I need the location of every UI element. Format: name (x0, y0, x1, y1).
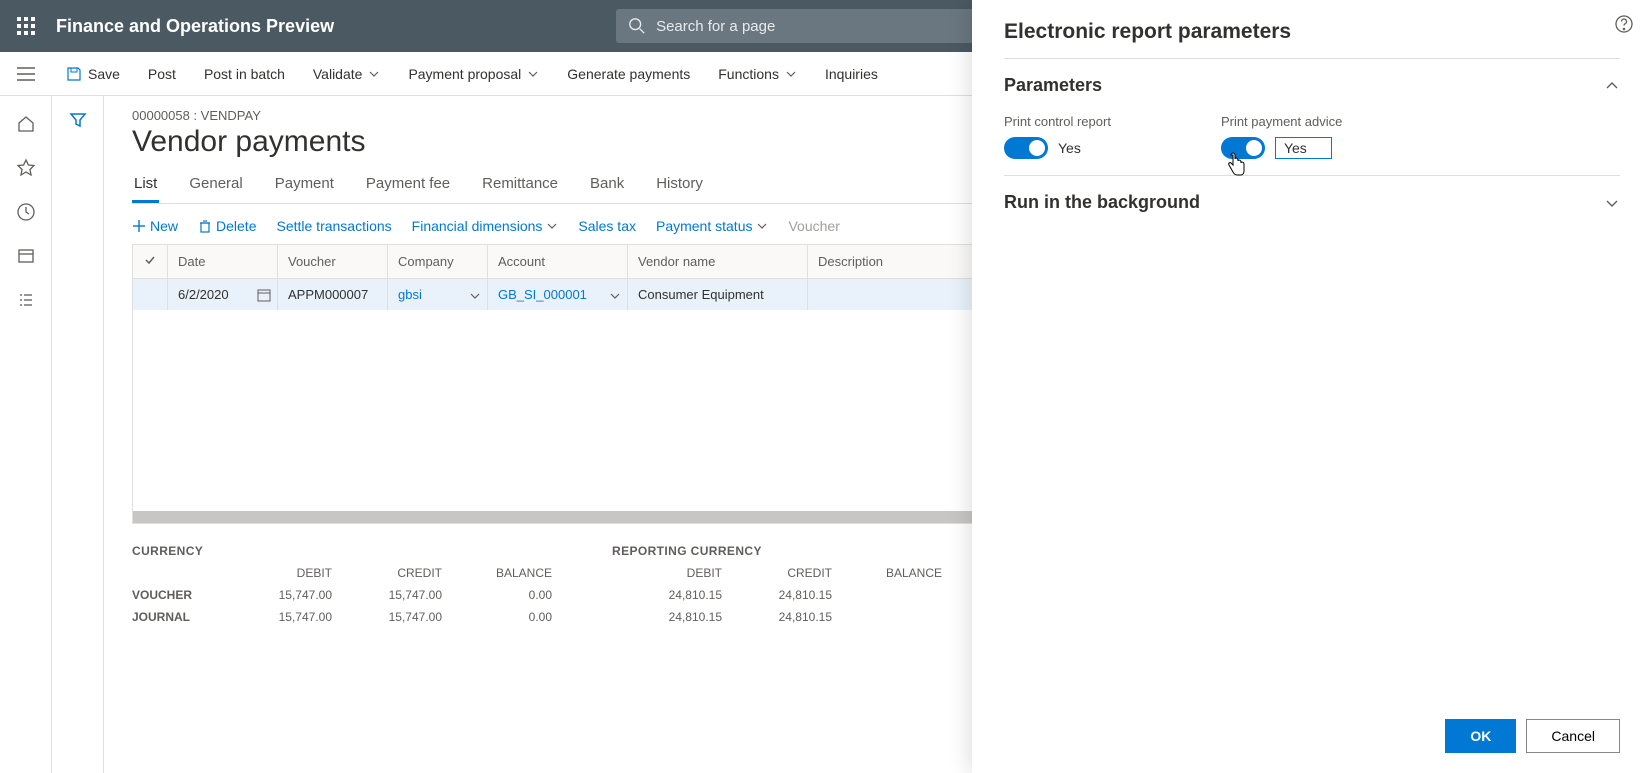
col-debit-r: DEBIT (612, 562, 722, 584)
tab-history[interactable]: History (654, 167, 705, 203)
chevron-down-icon[interactable] (609, 290, 621, 302)
col-balance-r: BALANCE (832, 562, 942, 584)
col-balance: BALANCE (442, 562, 552, 584)
payment-proposal-dropdown[interactable]: Payment proposal (394, 52, 553, 96)
col-date[interactable]: Date (168, 245, 278, 279)
col-debit: DEBIT (222, 562, 332, 584)
chevron-down-icon (785, 68, 797, 80)
modules-icon[interactable] (6, 280, 46, 320)
chevron-up-icon (1604, 78, 1620, 94)
help-icon[interactable] (1614, 14, 1634, 37)
parameters-panel: Electronic report parameters Parameters … (972, 0, 1652, 773)
workspace-icon[interactable] (6, 236, 46, 276)
payment-status-dropdown[interactable]: Payment status (656, 218, 769, 234)
delete-button[interactable]: Delete (198, 218, 256, 234)
chevron-down-icon (368, 68, 380, 80)
col-credit-r: CREDIT (722, 562, 832, 584)
post-in-batch-button[interactable]: Post in batch (190, 52, 299, 96)
post-button[interactable]: Post (134, 52, 190, 96)
app-title: Finance and Operations Preview (56, 16, 334, 37)
filter-icon[interactable] (68, 110, 88, 773)
chevron-down-icon (756, 220, 768, 232)
print-advice-label: Print payment advice (1221, 114, 1342, 129)
nav-toggle-icon[interactable] (0, 52, 52, 96)
inquiries-button[interactable]: Inquiries (811, 52, 892, 96)
ok-button[interactable]: OK (1445, 719, 1516, 753)
col-account[interactable]: Account (488, 245, 628, 279)
col-credit: CREDIT (332, 562, 442, 584)
cell-company[interactable]: gbsi (388, 279, 488, 311)
save-label: Save (88, 66, 120, 82)
settle-transactions-button[interactable]: Settle transactions (276, 218, 391, 234)
save-button[interactable]: Save (52, 52, 134, 96)
col-voucher[interactable]: Voucher (278, 245, 388, 279)
print-control-value: Yes (1058, 140, 1081, 156)
reporting-currency-label: REPORTING CURRENCY (612, 544, 942, 558)
panel-title: Electronic report parameters (1004, 20, 1620, 44)
tab-list[interactable]: List (132, 167, 159, 203)
search-icon (628, 17, 646, 38)
chevron-down-icon (1604, 195, 1620, 211)
recent-icon[interactable] (6, 192, 46, 232)
cell-vendor-name[interactable]: Consumer Equipment (628, 279, 808, 311)
cancel-button[interactable]: Cancel (1526, 719, 1620, 753)
run-background-section-toggle[interactable]: Run in the background (1004, 192, 1620, 213)
home-icon[interactable] (6, 104, 46, 144)
row-journal: JOURNAL (132, 606, 222, 628)
functions-dropdown[interactable]: Functions (704, 52, 811, 96)
new-button[interactable]: New (132, 218, 178, 234)
voucher-button[interactable]: Voucher (788, 218, 839, 234)
tab-general[interactable]: General (187, 167, 244, 203)
print-control-label: Print control report (1004, 114, 1111, 129)
star-icon[interactable] (6, 148, 46, 188)
calendar-icon[interactable] (257, 288, 271, 302)
sales-tax-button[interactable]: Sales tax (578, 218, 636, 234)
run-background-label: Run in the background (1004, 192, 1200, 213)
col-company[interactable]: Company (388, 245, 488, 279)
financial-dimensions-dropdown[interactable]: Financial dimensions (412, 218, 559, 234)
select-all-checkbox[interactable] (133, 245, 168, 279)
chevron-down-icon[interactable] (469, 290, 481, 302)
tab-payment[interactable]: Payment (273, 167, 336, 203)
parameters-section-toggle[interactable]: Parameters (1004, 75, 1620, 96)
cell-account[interactable]: GB_SI_000001 (488, 279, 628, 311)
generate-payments-button[interactable]: Generate payments (553, 52, 704, 96)
print-advice-value: Yes (1275, 137, 1332, 159)
tab-bank[interactable]: Bank (588, 167, 626, 203)
cell-date[interactable]: 6/2/2020 (168, 279, 278, 311)
app-launcher-icon[interactable] (0, 0, 52, 52)
row-voucher: VOUCHER (132, 584, 222, 606)
tab-remittance[interactable]: Remittance (480, 167, 560, 203)
print-control-toggle[interactable] (1004, 137, 1048, 159)
chevron-down-icon (546, 220, 558, 232)
parameters-section-label: Parameters (1004, 75, 1102, 96)
currency-label: CURRENCY (132, 544, 552, 558)
col-vendor-name[interactable]: Vendor name (628, 245, 808, 279)
tab-payment-fee[interactable]: Payment fee (364, 167, 452, 203)
print-advice-toggle[interactable] (1221, 137, 1265, 159)
chevron-down-icon (527, 68, 539, 80)
validate-dropdown[interactable]: Validate (299, 52, 395, 96)
cell-voucher[interactable]: APPM000007 (278, 279, 388, 311)
